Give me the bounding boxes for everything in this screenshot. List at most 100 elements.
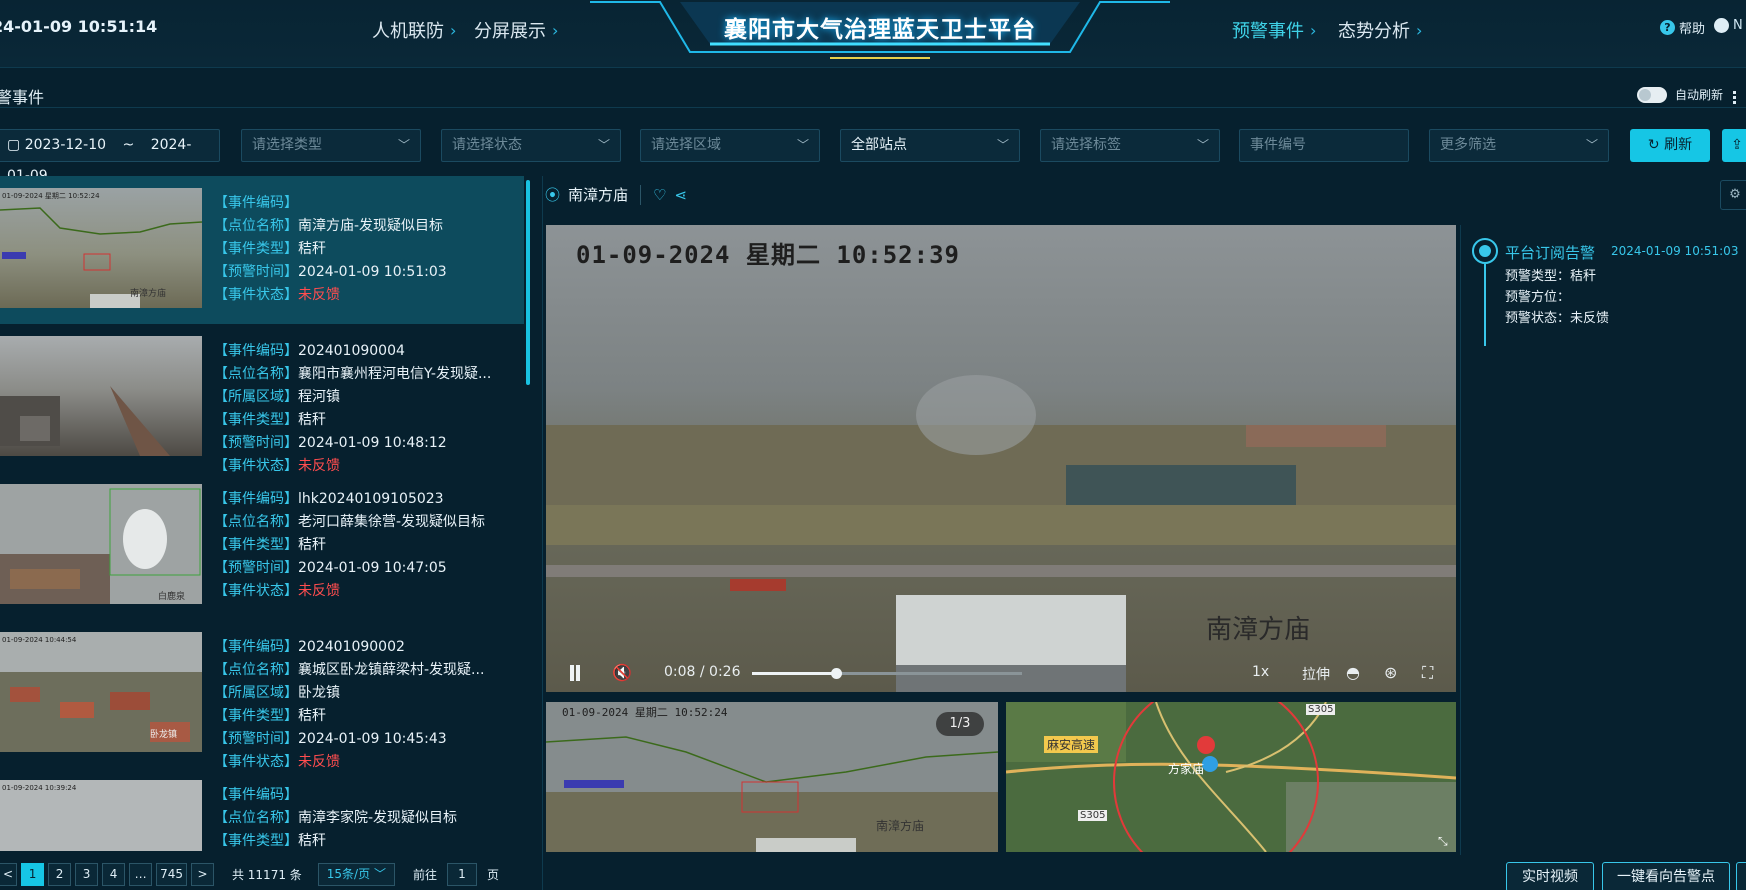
event-info: 【事件编码】 【点位名称】 南漳方庙-发现疑似目标 【事件类型】 秸秆 【预警时间】… xyxy=(214,192,524,307)
page-ellipsis[interactable]: … xyxy=(129,862,153,886)
realtime-video-button[interactable]: 实时视频 xyxy=(1506,862,1594,890)
settings-gear-icon[interactable]: ⚙ xyxy=(1720,180,1746,210)
snapshot-osd: 01-09-2024 星期二 10:52:24 xyxy=(562,706,728,719)
video-watermark: 南漳方庙 xyxy=(1206,615,1311,645)
more-filter-select[interactable]: 更多筛选 ﹀ xyxy=(1429,129,1609,162)
video-osd-timestamp: 01-09-2024 星期二 10:52:39 xyxy=(576,241,960,269)
svg-text:01-09-2024 10:44:54: 01-09-2024 10:44:54 xyxy=(2,636,77,644)
date-separator: ~ xyxy=(122,137,135,153)
nav-defense-label: 人机联防 xyxy=(372,21,444,42)
snapshot-viewer[interactable]: 南漳方庙 01-09-2024 星期二 10:52:24 1/3 xyxy=(546,702,998,852)
app-root: 24-01-09 10:51:14 人机联防 › 分屏展示 › 襄阳市大气治理蓝… xyxy=(0,0,1746,890)
status-select[interactable]: 请选择状态 ﹀ xyxy=(441,129,621,162)
date-start: 2023-12-10 xyxy=(24,137,107,153)
map-road3-label: S305 xyxy=(1078,810,1108,821)
refresh-icon: ↻ xyxy=(1647,137,1665,153)
section-bar: 警事件 自动刷新 xyxy=(0,76,1746,108)
list-scrollbar[interactable] xyxy=(526,180,530,385)
map-road-label: 麻安高速 xyxy=(1044,736,1099,753)
chevron-down-icon: ﹀ xyxy=(796,138,809,152)
video-progress-fill xyxy=(752,672,836,675)
expand-icon[interactable]: ⤡ xyxy=(1438,834,1448,849)
more-options-icon[interactable] xyxy=(1733,90,1743,106)
pagination: < 1 2 3 4 … 745 > 共 11171 条 15条/页 ﹀ 前往 1… xyxy=(0,862,505,886)
next-page-button[interactable]: > xyxy=(190,862,214,886)
mute-icon[interactable]: 🔇 xyxy=(612,663,632,682)
list-item[interactable]: 01-09-2024 10:44:54 卧龙镇 【事件编码】 2024010900… xyxy=(0,620,524,770)
map-image xyxy=(1006,702,1456,852)
nav-warning-events[interactable]: 预警事件 › xyxy=(1232,17,1316,43)
page-button-4[interactable]: 4 xyxy=(102,862,126,886)
event-info: 【事件编码】 202401090002 【点位名称】 襄城区卧龙镇薛梁村-发现疑..… xyxy=(214,636,524,774)
list-item[interactable]: 【事件编码】 202401090004 【点位名称】 襄阳市襄州程河电信Y-发现疑.… xyxy=(0,324,524,474)
station-select[interactable]: 全部站点 ﹀ xyxy=(840,129,1020,162)
nav-split-label: 分屏展示 xyxy=(474,21,546,42)
prev-page-button[interactable]: < xyxy=(0,862,18,886)
event-thumbnail[interactable]: 01-09-2024 10:44:54 卧龙镇 xyxy=(0,632,202,752)
share-icon[interactable]: ⋖ xyxy=(674,186,687,204)
stretch-mode[interactable]: 拉伸 xyxy=(1302,664,1330,684)
page-button-last[interactable]: 745 xyxy=(156,862,187,886)
chevron-down-icon: ﹀ xyxy=(1196,138,1209,152)
help-icon: ? xyxy=(1660,20,1675,35)
page-button-2[interactable]: 2 xyxy=(48,862,72,886)
status-badge: 未反馈 xyxy=(298,583,340,599)
chevron-down-icon: ﹀ xyxy=(373,866,386,881)
event-thumbnail[interactable]: 01-09-2024 10:39:24 xyxy=(0,780,202,851)
auto-refresh[interactable]: 自动刷新 xyxy=(1637,86,1723,103)
title-banner: 襄阳市大气治理蓝天卫士平台 xyxy=(590,0,1170,64)
event-thumbnail[interactable]: 白鹿泉 xyxy=(0,484,202,604)
event-thumbnail[interactable]: 01-09-2024 星期二 10:52:24 南漳方庙 xyxy=(0,188,202,308)
user-menu[interactable]: N xyxy=(1714,18,1743,33)
type-select[interactable]: 请选择类型 ﹀ xyxy=(241,129,421,162)
chevron-down-icon: ﹀ xyxy=(996,138,1009,152)
video-progress-bar[interactable] xyxy=(752,668,1022,679)
chevron-right-icon: › xyxy=(1416,20,1423,40)
chevron-right-icon: › xyxy=(552,20,559,40)
nav-situation[interactable]: 态势分析 › xyxy=(1338,17,1422,43)
chevron-right-icon: › xyxy=(1310,20,1317,40)
list-item[interactable]: 01-09-2024 星期二 10:52:24 南漳方庙 【事件编码】 【点位名… xyxy=(0,176,524,324)
area-select[interactable]: 请选择区域 ﹀ xyxy=(640,129,820,162)
location-map[interactable]: 麻安高速 方家庙 S305 S305 ⤡ xyxy=(1006,702,1456,852)
event-thumbnail[interactable] xyxy=(0,336,202,456)
pause-icon[interactable] xyxy=(568,665,582,681)
snapshot-image: 南漳方庙 xyxy=(546,702,998,852)
export-button[interactable]: ⇪ xyxy=(1722,129,1746,162)
rotate-icon[interactable]: ⊛ xyxy=(1384,663,1397,682)
goto-page-input[interactable]: 1 xyxy=(446,862,477,886)
video-controls: 🔇 0:08 / 0:26 1x 拉伸 ◓ ⊛ ⛶ xyxy=(546,655,1456,692)
video-player[interactable]: 01-09-2024 星期二 10:52:39 南漳方庙 🔇 0:08 / 0:… xyxy=(546,225,1456,692)
list-item[interactable]: 01-09-2024 10:39:24 【事件编码】 【点位名称】 南漳李家院-发… xyxy=(0,768,524,851)
tag-select[interactable]: 请选择标签 ﹀ xyxy=(1040,129,1220,162)
nav-defense[interactable]: 人机联防 › xyxy=(372,17,456,43)
event-number-input[interactable]: 事件编号 xyxy=(1239,129,1409,162)
svg-text:卧龙镇: 卧龙镇 xyxy=(150,728,177,740)
location-pin-icon: ⦿ xyxy=(545,186,561,204)
refresh-button[interactable]: ↻ 刷新 xyxy=(1630,129,1710,162)
page-button-3[interactable]: 3 xyxy=(75,862,99,886)
page-button-1[interactable]: 1 xyxy=(21,862,45,886)
event-list: 01-09-2024 星期二 10:52:24 南漳方庙 【事件编码】 【点位名… xyxy=(0,176,532,851)
help-label: 帮助 xyxy=(1679,22,1706,37)
calendar-icon: ▢ xyxy=(7,137,25,153)
help-link[interactable]: ? 帮助 xyxy=(1660,18,1705,37)
avatar xyxy=(1714,18,1729,33)
fullscreen-icon[interactable]: ⛶ xyxy=(1422,663,1433,683)
more-actions-button[interactable] xyxy=(1736,862,1746,890)
image-counter: 1/3 xyxy=(936,712,984,736)
snapshot-icon[interactable]: ◓ xyxy=(1346,663,1360,682)
list-item[interactable]: 白鹿泉 【事件编码】 lhk20240109105023 【点位名称】 老河口薛集徐… xyxy=(0,472,524,620)
nav-split-screen[interactable]: 分屏展示 › xyxy=(474,17,558,43)
event-info: 【事件编码】 lhk20240109105023 【点位名称】 老河口薛集徐营-发现… xyxy=(214,488,524,603)
look-at-alarm-point-button[interactable]: 一键看向告警点 xyxy=(1602,862,1730,890)
user-name: N xyxy=(1733,18,1743,33)
video-progress-knob[interactable] xyxy=(830,668,842,679)
event-number-placeholder: 事件编号 xyxy=(1250,137,1306,153)
auto-refresh-toggle[interactable] xyxy=(1637,86,1667,103)
playback-rate[interactable]: 1x xyxy=(1252,664,1269,680)
page-size-select[interactable]: 15条/页 ﹀ xyxy=(317,862,395,886)
auto-refresh-label: 自动刷新 xyxy=(1675,88,1724,102)
date-range-picker[interactable]: ▢ 2023-12-10 ~ 2024-01-09 xyxy=(0,129,220,184)
favorite-icon[interactable]: ♡ xyxy=(653,186,666,204)
